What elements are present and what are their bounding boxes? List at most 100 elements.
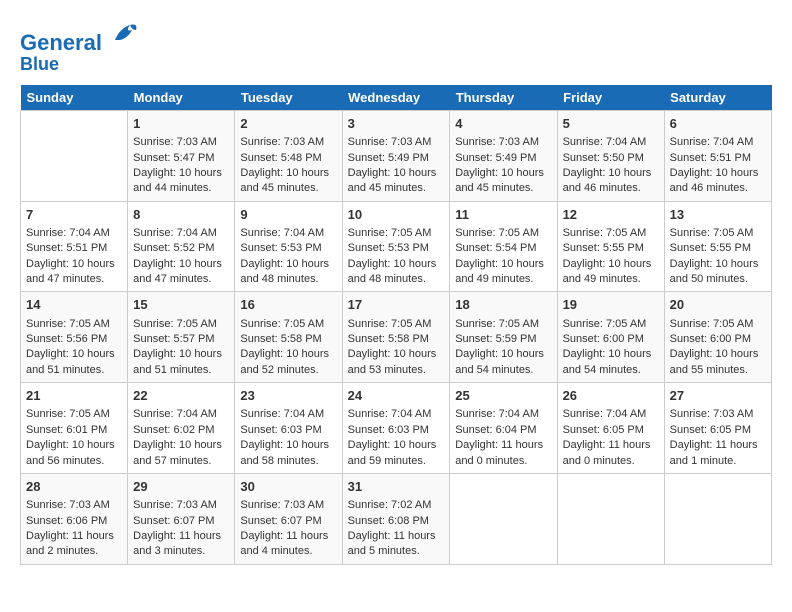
day-info: Daylight: 11 hours (240, 529, 336, 544)
day-info: Sunrise: 7:05 AM (26, 317, 122, 332)
calendar-week-1: 1Sunrise: 7:03 AMSunset: 5:47 PMDaylight… (21, 110, 772, 201)
day-info: Sunset: 5:55 PM (563, 241, 659, 256)
calendar-cell: 10Sunrise: 7:05 AMSunset: 5:53 PMDayligh… (342, 201, 450, 292)
calendar-cell: 17Sunrise: 7:05 AMSunset: 5:58 PMDayligh… (342, 292, 450, 383)
calendar-cell: 23Sunrise: 7:04 AMSunset: 6:03 PMDayligh… (235, 383, 342, 474)
day-info: and 0 minutes. (455, 454, 551, 469)
day-info: and 56 minutes. (26, 454, 122, 469)
day-info: Sunrise: 7:04 AM (455, 407, 551, 422)
day-info: Sunset: 5:53 PM (240, 241, 336, 256)
day-number: 10 (348, 206, 445, 224)
day-info: Daylight: 10 hours (563, 347, 659, 362)
day-info: Daylight: 10 hours (133, 347, 229, 362)
logo-blue: Blue (20, 55, 140, 75)
day-number: 13 (670, 206, 766, 224)
day-info: and 45 minutes. (455, 181, 551, 196)
day-info: Sunset: 6:05 PM (563, 423, 659, 438)
day-info: and 47 minutes. (133, 272, 229, 287)
day-info: and 5 minutes. (348, 544, 445, 559)
calendar-week-5: 28Sunrise: 7:03 AMSunset: 6:06 PMDayligh… (21, 473, 772, 564)
calendar-cell: 9Sunrise: 7:04 AMSunset: 5:53 PMDaylight… (235, 201, 342, 292)
day-info: and 51 minutes. (26, 363, 122, 378)
day-info: Sunrise: 7:03 AM (133, 135, 229, 150)
day-number: 23 (240, 387, 336, 405)
calendar-cell: 19Sunrise: 7:05 AMSunset: 6:00 PMDayligh… (557, 292, 664, 383)
day-info: and 59 minutes. (348, 454, 445, 469)
day-info: Daylight: 10 hours (133, 166, 229, 181)
day-number: 2 (240, 115, 336, 133)
day-info: Daylight: 10 hours (563, 166, 659, 181)
day-info: and 53 minutes. (348, 363, 445, 378)
day-number: 22 (133, 387, 229, 405)
day-info: and 2 minutes. (26, 544, 122, 559)
day-info: and 48 minutes. (348, 272, 445, 287)
day-info: Daylight: 10 hours (26, 257, 122, 272)
day-info: Sunset: 5:59 PM (455, 332, 551, 347)
day-number: 26 (563, 387, 659, 405)
calendar-cell: 22Sunrise: 7:04 AMSunset: 6:02 PMDayligh… (128, 383, 235, 474)
day-number: 4 (455, 115, 551, 133)
day-info: Daylight: 10 hours (348, 347, 445, 362)
calendar-cell (557, 473, 664, 564)
day-info: Sunrise: 7:03 AM (240, 135, 336, 150)
day-number: 5 (563, 115, 659, 133)
day-info: Sunrise: 7:05 AM (240, 317, 336, 332)
weekday-header-saturday: Saturday (664, 85, 771, 111)
day-info: Sunset: 6:06 PM (26, 514, 122, 529)
day-info: Daylight: 11 hours (348, 529, 445, 544)
calendar-cell: 20Sunrise: 7:05 AMSunset: 6:00 PMDayligh… (664, 292, 771, 383)
calendar-cell: 3Sunrise: 7:03 AMSunset: 5:49 PMDaylight… (342, 110, 450, 201)
day-info: Daylight: 10 hours (455, 347, 551, 362)
calendar-week-2: 7Sunrise: 7:04 AMSunset: 5:51 PMDaylight… (21, 201, 772, 292)
calendar-table: SundayMondayTuesdayWednesdayThursdayFrid… (20, 85, 772, 565)
day-info: Daylight: 10 hours (670, 257, 766, 272)
day-info: Sunrise: 7:03 AM (240, 498, 336, 513)
day-info: Sunset: 5:57 PM (133, 332, 229, 347)
calendar-week-4: 21Sunrise: 7:05 AMSunset: 6:01 PMDayligh… (21, 383, 772, 474)
day-info: Sunrise: 7:03 AM (455, 135, 551, 150)
calendar-cell: 27Sunrise: 7:03 AMSunset: 6:05 PMDayligh… (664, 383, 771, 474)
calendar-cell: 2Sunrise: 7:03 AMSunset: 5:48 PMDaylight… (235, 110, 342, 201)
day-info: Sunset: 6:08 PM (348, 514, 445, 529)
day-number: 30 (240, 478, 336, 496)
day-info: and 54 minutes. (563, 363, 659, 378)
calendar-cell (664, 473, 771, 564)
day-info: Sunrise: 7:05 AM (133, 317, 229, 332)
day-number: 24 (348, 387, 445, 405)
day-info: Sunrise: 7:04 AM (563, 135, 659, 150)
calendar-cell: 29Sunrise: 7:03 AMSunset: 6:07 PMDayligh… (128, 473, 235, 564)
day-info: Sunrise: 7:04 AM (348, 407, 445, 422)
day-number: 3 (348, 115, 445, 133)
weekday-header-friday: Friday (557, 85, 664, 111)
day-info: Sunrise: 7:05 AM (455, 317, 551, 332)
day-info: Daylight: 11 hours (455, 438, 551, 453)
day-info: and 3 minutes. (133, 544, 229, 559)
day-info: Sunset: 5:47 PM (133, 151, 229, 166)
day-info: and 45 minutes. (240, 181, 336, 196)
day-info: Sunset: 5:50 PM (563, 151, 659, 166)
day-info: and 55 minutes. (670, 363, 766, 378)
day-info: Sunset: 5:54 PM (455, 241, 551, 256)
page-header: General Blue (20, 20, 772, 75)
day-number: 16 (240, 296, 336, 314)
day-info: and 48 minutes. (240, 272, 336, 287)
day-info: Sunset: 5:58 PM (240, 332, 336, 347)
calendar-cell: 5 Sunrise: 7:04 AMSunset: 5:50 PMDaylight… (557, 110, 664, 201)
day-info: and 46 minutes. (563, 181, 659, 196)
day-number: 19 (563, 296, 659, 314)
day-info: Sunrise: 7:05 AM (670, 226, 766, 241)
day-info: Daylight: 10 hours (240, 166, 336, 181)
day-info: and 0 minutes. (563, 454, 659, 469)
day-info: Sunrise: 7:02 AM (348, 498, 445, 513)
day-info: Sunset: 6:03 PM (240, 423, 336, 438)
day-info: Sunrise: 7:03 AM (26, 498, 122, 513)
day-info: and 54 minutes. (455, 363, 551, 378)
logo: General Blue (20, 20, 140, 75)
day-number: 15 (133, 296, 229, 314)
day-info: Sunset: 6:02 PM (133, 423, 229, 438)
calendar-cell: 28Sunrise: 7:03 AMSunset: 6:06 PMDayligh… (21, 473, 128, 564)
day-number: 27 (670, 387, 766, 405)
day-info: Sunrise: 7:04 AM (240, 407, 336, 422)
calendar-cell: 25Sunrise: 7:04 AMSunset: 6:04 PMDayligh… (450, 383, 557, 474)
calendar-cell: 8Sunrise: 7:04 AMSunset: 5:52 PMDaylight… (128, 201, 235, 292)
